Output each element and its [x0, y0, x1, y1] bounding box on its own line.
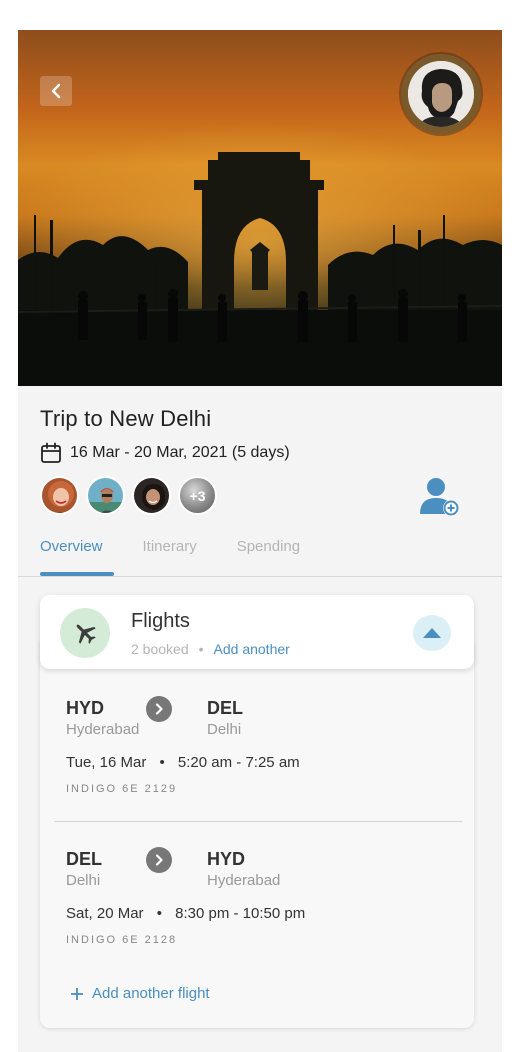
flight-date: Tue, 16 Mar — [66, 754, 147, 771]
flight-destination-code: DEL — [207, 698, 243, 718]
flight-airline: INDIGO 6E 2128 — [66, 934, 178, 946]
tabs-divider — [18, 576, 502, 577]
add-user-icon — [420, 478, 459, 516]
collapse-card-button[interactable] — [413, 615, 451, 651]
flights-card-subtitle: 2 booked • Add another — [131, 641, 290, 657]
member-avatar[interactable] — [132, 476, 171, 515]
trip-dates-label: 16 Mar - 20 Mar, 2021 (5 days) — [70, 444, 290, 461]
more-members-badge[interactable]: +3 — [178, 476, 217, 515]
flights-card-body — [40, 640, 474, 1028]
add-member-button[interactable] — [418, 476, 462, 518]
flight-airline: INDIGO 6E 2129 — [66, 783, 178, 795]
flight-origin-code: HYD — [66, 698, 105, 718]
flight-origin-city: Hyderabad — [66, 721, 140, 738]
chevron-right-icon — [155, 854, 163, 866]
member-photo — [88, 478, 123, 513]
flights-booked-count: 2 booked — [131, 641, 189, 657]
calendar-icon — [41, 442, 61, 463]
subtitle-separator: • — [198, 641, 204, 657]
trip-members[interactable]: +3 — [40, 476, 217, 515]
flight-origin-code: DEL — [66, 849, 102, 869]
schedule-separator: • — [156, 905, 162, 922]
trip-title: Trip to New Delhi — [40, 406, 212, 431]
flight-destination-city: Delhi — [207, 721, 242, 738]
member-avatar[interactable] — [40, 476, 79, 515]
profile-avatar[interactable] — [401, 54, 481, 134]
add-another-link[interactable]: Add another — [214, 641, 290, 657]
flight-date: Sat, 20 Mar — [66, 905, 144, 922]
flight-direction-arrow — [146, 847, 172, 873]
member-photo — [42, 478, 77, 513]
member-photo — [134, 478, 169, 513]
flights-card-header[interactable]: Flights 2 booked • Add another — [40, 595, 474, 669]
flight-time: 8:30 pm - 10:50 pm — [175, 905, 306, 922]
flight-destination-city: Hyderabad — [207, 872, 281, 889]
tab-itinerary[interactable]: Itinerary — [143, 538, 197, 555]
tab-overview[interactable]: Overview — [40, 538, 103, 555]
chevron-right-icon — [155, 703, 163, 715]
plus-icon — [71, 987, 83, 1000]
flight-origin-city: Delhi — [66, 872, 101, 889]
flight-time: 5:20 am - 7:25 am — [177, 754, 300, 771]
flight-destination-code: HYD — [207, 849, 246, 869]
back-button[interactable] — [40, 76, 72, 106]
trip-dates: 16 Mar - 20 Mar, 2021 (5 days) — [40, 442, 290, 464]
chevron-left-icon — [51, 83, 61, 99]
add-another-flight-button[interactable]: Add another flight — [70, 985, 210, 1002]
flight-schedule: Sat, 20 Mar • 8:30 pm - 10:50 pm — [66, 905, 305, 922]
add-another-flight-label: Add another flight — [92, 985, 210, 1002]
flights-divider — [54, 821, 462, 822]
flight-direction-arrow — [146, 696, 172, 722]
trip-screen: Trip to New Delhi 16 Mar - 20 Mar, 2021 … — [18, 30, 502, 1052]
triangle-up-icon — [423, 628, 441, 638]
schedule-separator: • — [159, 754, 165, 771]
airplane-icon — [76, 624, 96, 644]
flight-icon-badge — [60, 608, 110, 658]
flights-card-title: Flights — [131, 610, 190, 632]
flight-schedule: Tue, 16 Mar • 5:20 am - 7:25 am — [66, 754, 300, 771]
tab-spending[interactable]: Spending — [237, 538, 300, 555]
member-avatar[interactable] — [86, 476, 125, 515]
trip-cover-image — [18, 30, 502, 386]
trip-tabs: Overview Itinerary Spending — [40, 538, 300, 555]
profile-photo — [408, 61, 474, 127]
